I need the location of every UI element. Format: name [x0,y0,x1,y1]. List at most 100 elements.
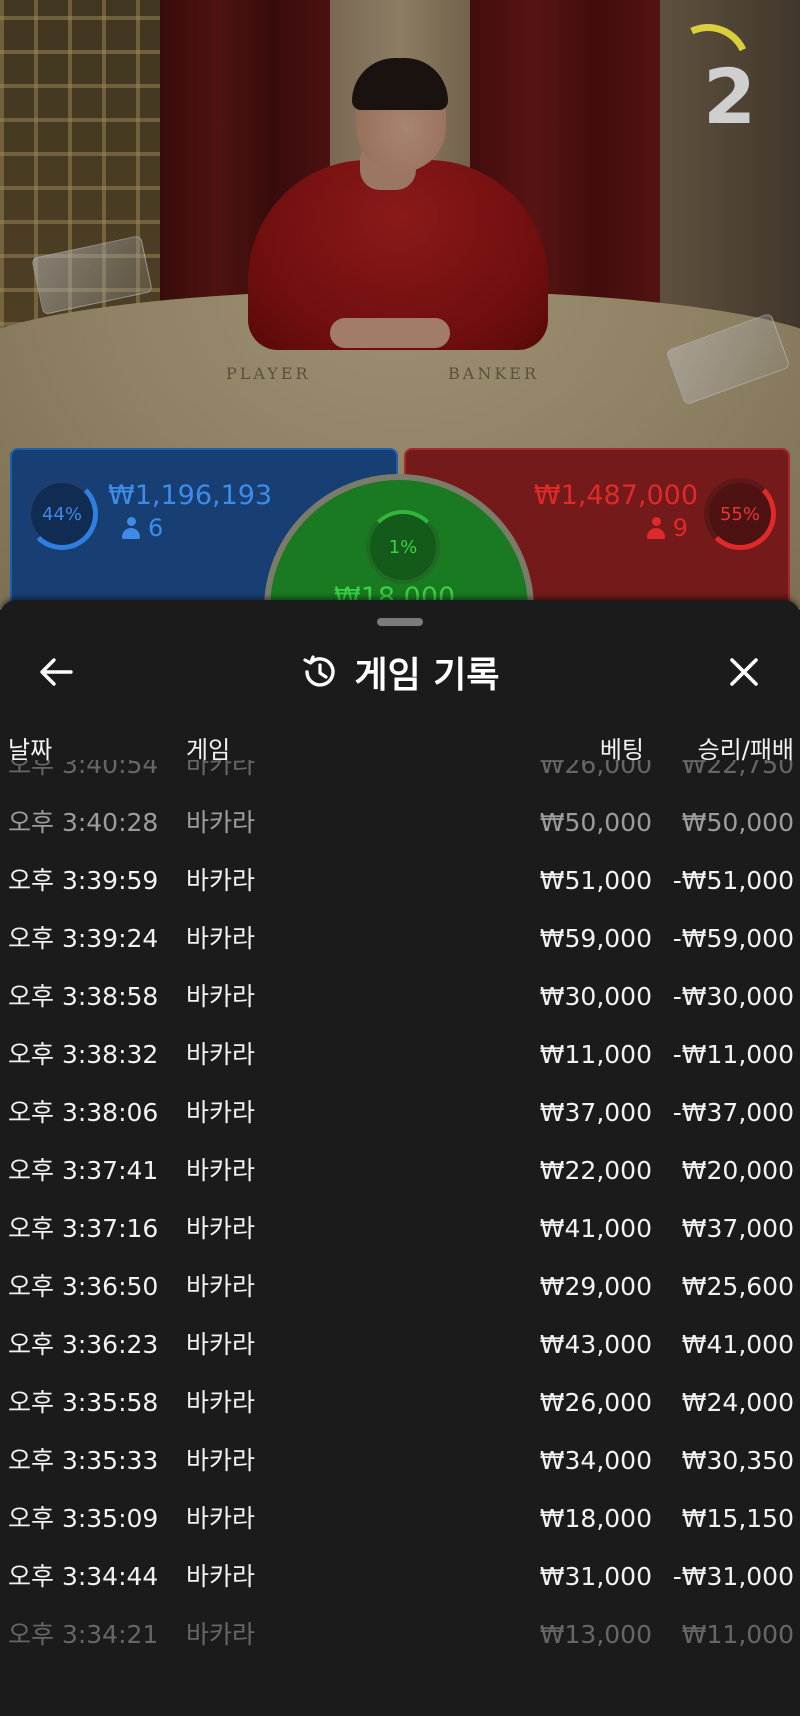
history-row-win-loss: ₩37,000 [681,1214,794,1243]
history-row-game: 바카라 [186,1446,256,1475]
history-row[interactable]: 오후 3:40:54 바카라 ₩26,000 ₩22,750 [0,760,800,794]
history-row-game: 바카라 [186,1272,256,1301]
history-row-bet: ₩26,000 [539,1388,652,1417]
history-row[interactable]: 오후 3:38:32 바카라 ₩11,000 -₩11,000 [0,1026,800,1084]
player-percent-ring: 44% [26,478,98,550]
banker-percent: 55% [719,503,760,525]
history-row-bet: ₩34,000 [539,1446,652,1475]
page-title: 게임 기록 [354,655,500,696]
history-row-bet: ₩31,000 [539,1562,652,1591]
history-row[interactable]: 오후 3:37:41 바카라 ₩22,000 ₩20,000 [0,1142,800,1200]
tie-percent: 1% [388,536,418,558]
game-history-sheet: 게임 기록 날짜 게임 베팅 승리/패배 오후 3:40:54 바카라 ₩26,00… [0,600,800,1716]
history-row-win-loss: ₩11,000 [681,1620,794,1649]
history-row-win-loss: -₩51,000 [672,866,794,895]
history-row-win-loss: -₩59,000 [672,924,794,953]
history-row-win-loss: ₩25,600 [681,1272,794,1301]
player-percent: 44% [41,503,82,525]
history-row[interactable]: 오후 3:34:44 바카라 ₩31,000 -₩31,000 [0,1548,800,1606]
history-row-win-loss: ₩22,750 [681,760,794,779]
history-row[interactable]: 오후 3:37:16 바카라 ₩41,000 ₩37,000 [0,1200,800,1258]
player-bet-amount: ₩1,196,193 [108,480,273,511]
history-row-bet: ₩11,000 [539,1040,652,1069]
history-row-time: 오후 3:36:23 [8,1330,159,1359]
history-row-bet: ₩37,000 [539,1098,652,1127]
history-row-bet: ₩51,000 [539,866,652,895]
history-row-time: 오후 3:35:33 [8,1446,159,1475]
history-row-win-loss: -₩30,000 [672,982,794,1011]
history-row-game: 바카라 [186,1620,256,1649]
history-row-time: 오후 3:34:44 [8,1562,159,1591]
history-row-bet: ₩30,000 [539,982,652,1011]
history-row-game: 바카라 [186,1040,256,1069]
countdown-timer: 2 [703,52,756,141]
history-row-game: 바카라 [186,1214,256,1243]
history-row-win-loss: ₩15,150 [681,1504,794,1533]
history-row[interactable]: 오후 3:35:09 바카라 ₩18,000 ₩15,150 [0,1490,800,1548]
person-icon [646,517,665,539]
close-icon [730,658,758,686]
history-row-time: 오후 3:38:32 [8,1040,159,1069]
history-row-time: 오후 3:35:09 [8,1504,159,1533]
history-row[interactable]: 오후 3:38:58 바카라 ₩30,000 -₩30,000 [0,968,800,1026]
history-row[interactable]: 오후 3:34:21 바카라 ₩13,000 ₩11,000 [0,1606,800,1660]
close-button[interactable] [716,644,772,700]
history-row-time: 오후 3:38:58 [8,982,159,1011]
history-row-time: 오후 3:37:16 [8,1214,159,1243]
history-row-win-loss: ₩20,000 [681,1156,794,1185]
history-row-bet: ₩22,000 [539,1156,652,1185]
history-row-game: 바카라 [186,924,256,953]
history-row-time: 오후 3:39:59 [8,866,159,895]
sheet-title: 게임 기록 [0,646,800,698]
history-row-bet: ₩50,000 [539,808,652,837]
history-row-game: 바카라 [186,1156,256,1185]
history-list[interactable]: 오후 3:40:54 바카라 ₩26,000 ₩22,750 오후 3:40:28 바카라… [0,760,800,1660]
history-row[interactable]: 오후 3:36:23 바카라 ₩43,000 ₩41,000 [0,1316,800,1374]
history-row[interactable]: 오후 3:39:59 바카라 ₩51,000 -₩51,000 [0,852,800,910]
history-row-time: 오후 3:35:58 [8,1388,159,1417]
history-row-game: 바카라 [186,760,256,779]
history-row-bet: ₩13,000 [539,1620,652,1649]
history-row-game: 바카라 [186,982,256,1011]
history-row-game: 바카라 [186,1562,256,1591]
history-row[interactable]: 오후 3:35:58 바카라 ₩26,000 ₩24,000 [0,1374,800,1432]
history-row-bet: ₩59,000 [539,924,652,953]
history-row-time: 오후 3:40:28 [8,808,159,837]
history-row-bet: ₩18,000 [539,1504,652,1533]
person-icon [122,517,140,539]
history-row-bet: ₩26,000 [539,760,652,779]
history-row-win-loss: ₩50,000 [681,808,794,837]
history-row-game: 바카라 [186,1330,256,1359]
history-row-game: 바카라 [186,808,256,837]
history-row[interactable]: 오후 3:36:50 바카라 ₩29,000 ₩25,600 [0,1258,800,1316]
banker-percent-ring: 55% [704,478,776,550]
history-row[interactable]: 오후 3:40:28 바카라 ₩50,000 ₩50,000 [0,794,800,852]
history-clock-icon [303,655,336,687]
history-row-win-loss: ₩41,000 [681,1330,794,1359]
history-row-win-loss: -₩11,000 [672,1040,794,1069]
history-row-time: 오후 3:40:54 [8,760,159,779]
tie-percent-ring: 1% [366,510,440,584]
history-row-win-loss: -₩37,000 [672,1098,794,1127]
history-row-game: 바카라 [186,866,256,895]
history-row[interactable]: 오후 3:39:24 바카라 ₩59,000 -₩59,000 [0,910,800,968]
history-row[interactable]: 오후 3:35:33 바카라 ₩34,000 ₩30,350 [0,1432,800,1490]
history-row-time: 오후 3:39:24 [8,924,159,953]
history-row-win-loss: ₩24,000 [681,1388,794,1417]
history-row-win-loss: -₩31,000 [672,1562,794,1591]
history-row-bet: ₩41,000 [539,1214,652,1243]
history-row-time: 오후 3:37:41 [8,1156,159,1185]
history-row-game: 바카라 [186,1388,256,1417]
history-row-bet: ₩29,000 [539,1272,652,1301]
history-row-game: 바카라 [186,1504,256,1533]
history-row[interactable]: 오후 3:38:06 바카라 ₩37,000 -₩37,000 [0,1084,800,1142]
player-bettor-count: 6 [122,514,163,542]
history-row-time: 오후 3:34:21 [8,1620,159,1649]
banker-bettor-count: 9 [646,514,688,542]
history-row-bet: ₩43,000 [539,1330,652,1359]
drag-handle[interactable] [377,618,423,626]
banker-bet-amount: ₩1,487,000 [533,480,698,511]
history-row-game: 바카라 [186,1098,256,1127]
history-row-time: 오후 3:36:50 [8,1272,159,1301]
history-row-time: 오후 3:38:06 [8,1098,159,1127]
